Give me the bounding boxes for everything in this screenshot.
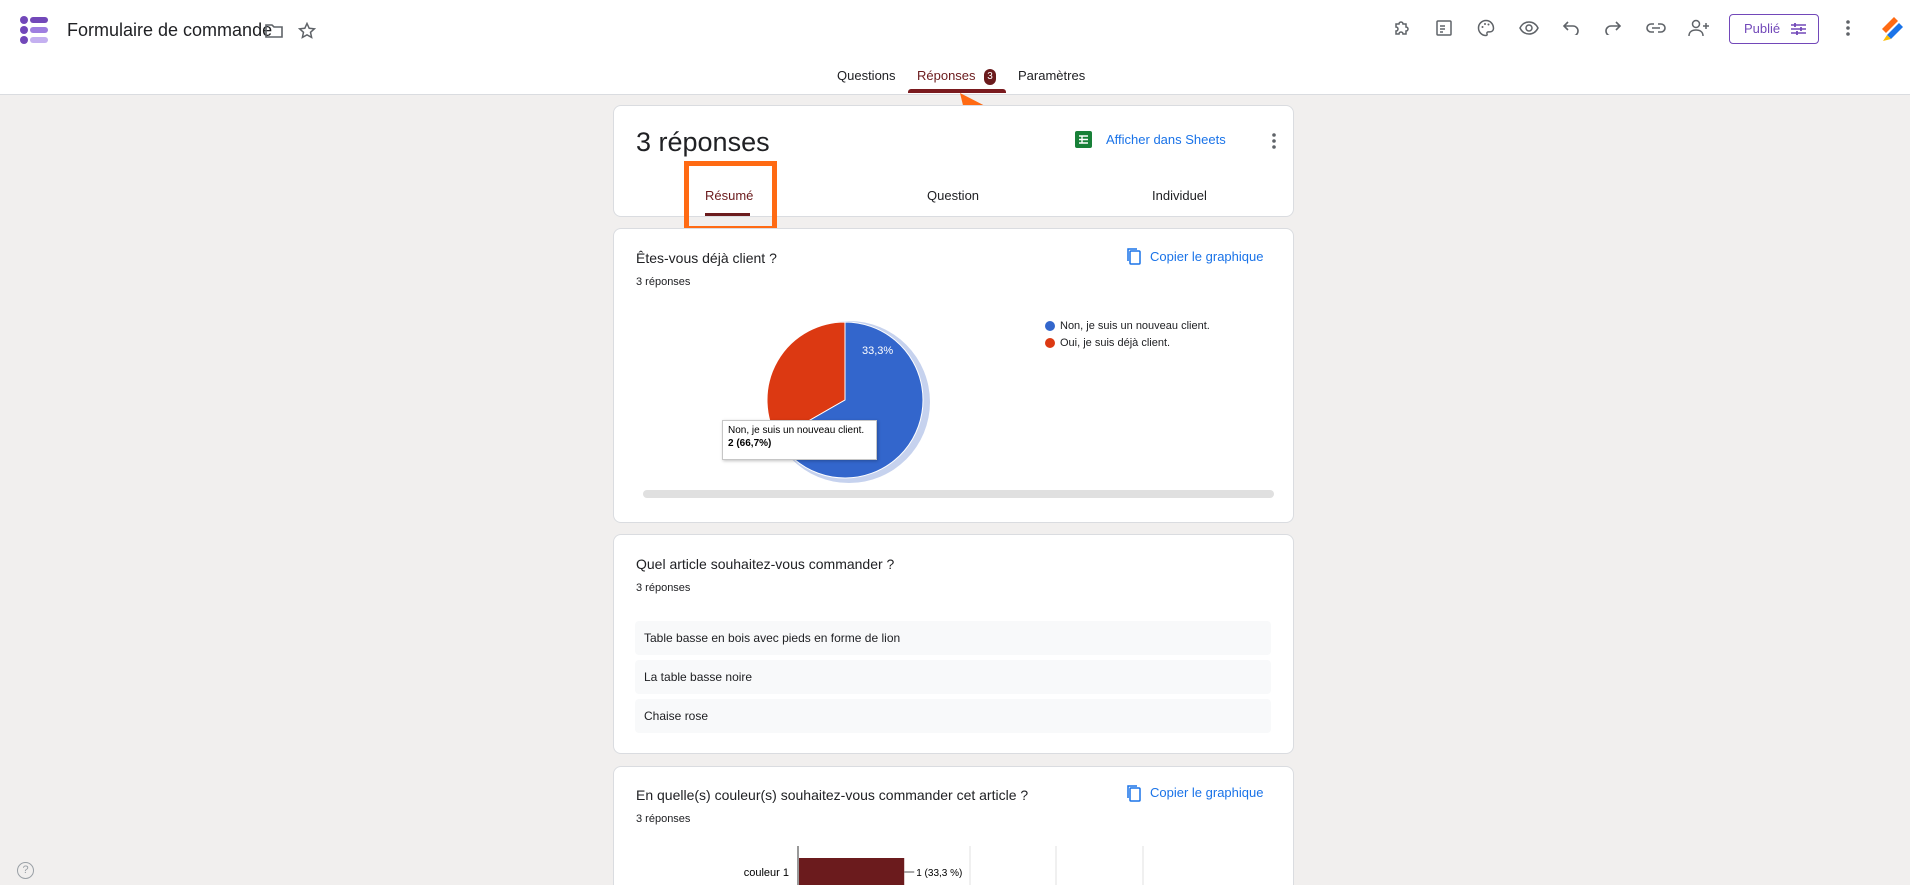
response-count: 3 réponses: [636, 276, 691, 288]
chart-horizontal-scrollbar[interactable]: [643, 490, 1274, 498]
answer-item: Table basse en bois avec pieds en forme …: [635, 621, 1271, 655]
publish-button[interactable]: Publié: [1729, 14, 1819, 44]
bar-chart[interactable]: couleur 1 1 (33,3 %): [720, 846, 1230, 885]
copy-chart-icon: [1126, 784, 1142, 807]
redo-icon[interactable]: [1603, 18, 1623, 38]
preview-eye-icon[interactable]: [1518, 18, 1540, 38]
star-icon[interactable]: [297, 21, 317, 41]
folder-icon[interactable]: [264, 21, 284, 41]
copy-chart-button[interactable]: Copier le graphique: [1150, 249, 1263, 264]
publish-label: Publié: [1744, 21, 1781, 36]
sheets-icon: [1075, 131, 1092, 148]
legend-dot-non: [1045, 321, 1055, 331]
responses-count-badge: 3: [984, 69, 996, 85]
help-icon[interactable]: ?: [17, 862, 34, 879]
legend-label-non: Non, je suis un nouveau client.: [1060, 320, 1210, 332]
tab-questions[interactable]: Questions: [837, 68, 896, 83]
responses-heading: 3 réponses: [636, 127, 770, 157]
legend-item-non: Non, je suis un nouveau client.: [1045, 320, 1210, 332]
forms-logo-icon[interactable]: [20, 16, 48, 44]
copy-chart-icon: [1126, 247, 1142, 270]
copy-chart-button[interactable]: Copier le graphique: [1150, 785, 1263, 800]
pie-slice-label-oui: 33,3%: [862, 345, 894, 357]
summary-more-vert-icon[interactable]: [1269, 131, 1279, 151]
pie-chart[interactable]: [760, 315, 940, 495]
question-title: En quelle(s) couleur(s) souhaitez-vous c…: [636, 787, 1029, 803]
add-ons-icon[interactable]: [1392, 18, 1412, 38]
palette-icon[interactable]: [1476, 18, 1496, 38]
annotation-highlight-box: [684, 161, 777, 231]
question-card-client: Êtes-vous déjà client ? 3 réponses Copie…: [613, 228, 1294, 523]
add-collaborator-icon[interactable]: [1688, 18, 1710, 38]
top-bar: Formulaire de commande Publié Questions: [0, 0, 1910, 95]
tooltip-label: Non, je suis un nouveau client.: [728, 425, 865, 436]
question-title: Quel article souhaitez-vous commander ?: [636, 556, 895, 572]
link-icon[interactable]: [1645, 18, 1667, 38]
question-title: Êtes-vous déjà client ?: [636, 250, 777, 266]
legend-dot-oui: [1045, 338, 1055, 348]
undo-icon[interactable]: [1561, 18, 1581, 38]
publish-settings-icon: [1791, 23, 1806, 35]
document-title[interactable]: Formulaire de commande: [67, 20, 272, 41]
legend-label-oui: Oui, je suis déjà client.: [1060, 337, 1171, 349]
bar-0[interactable]: [799, 858, 905, 885]
bar-data-label: 1 (33,3 %): [916, 868, 962, 879]
response-count: 3 réponses: [636, 813, 691, 825]
subtab-question[interactable]: Question: [927, 188, 979, 203]
answer-item: La table basse noire: [635, 660, 1271, 694]
tooltip-value: 2 (66,7%): [728, 438, 772, 449]
account-avatar[interactable]: [1880, 16, 1904, 42]
tab-responses[interactable]: Réponses: [917, 68, 976, 83]
view-in-sheets-link[interactable]: Afficher dans Sheets: [1106, 132, 1226, 147]
quiz-icon[interactable]: [1434, 18, 1454, 38]
bar-category-label: couleur 1: [744, 867, 789, 879]
tab-settings[interactable]: Paramètres: [1018, 68, 1085, 83]
chart-tooltip: Non, je suis un nouveau client. 2 (66,7%…: [722, 420, 877, 460]
response-count: 3 réponses: [636, 582, 691, 594]
answer-item: Chaise rose: [635, 699, 1271, 733]
subtab-individual[interactable]: Individuel: [1152, 188, 1207, 203]
legend-item-oui: Oui, je suis déjà client.: [1045, 337, 1170, 349]
more-vert-icon[interactable]: [1838, 18, 1858, 38]
